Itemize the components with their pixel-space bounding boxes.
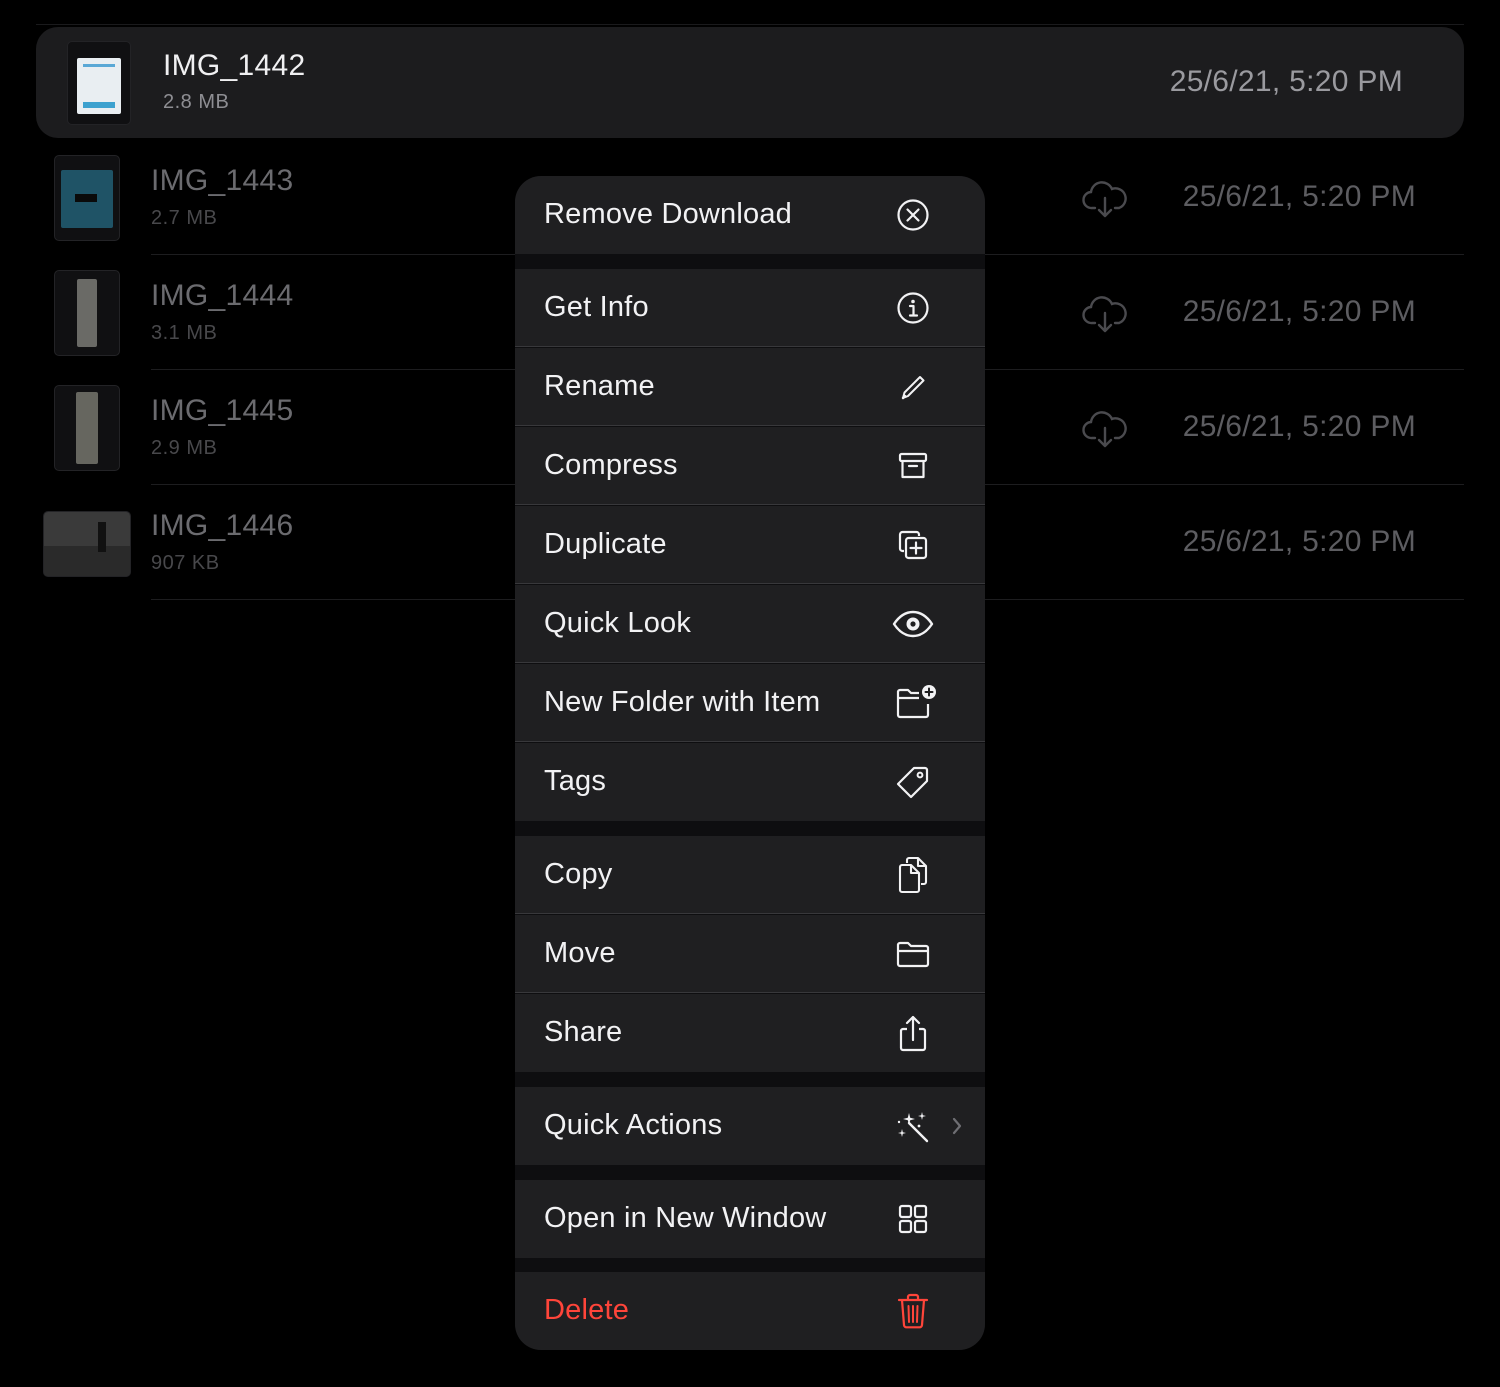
file-size: 907 KB [151,552,220,574]
plus-square-on-square-icon [895,527,931,563]
list-top-divider [36,24,1464,25]
doc-on-doc-icon [895,855,931,895]
menu-item-label: New Folder with Item [544,686,821,718]
file-size: 2.8 MB [163,91,230,113]
file-name: IMG_1445 [151,394,294,427]
file-size: 2.9 MB [151,437,218,459]
trash-icon [895,1291,931,1331]
menu-item-new-folder-with-item[interactable]: New Folder with Item [515,664,985,742]
xmark-circle-icon [895,197,931,233]
menu-item-move[interactable]: Move [515,915,985,993]
context-menu: Remove Download Get Info Rename Compress [515,176,985,1350]
pencil-icon [895,369,931,405]
square-and-arrow-up-icon [895,1013,931,1053]
menu-item-compress[interactable]: Compress [515,427,985,505]
menu-item-tags[interactable]: Tags [515,743,985,821]
menu-item-get-info[interactable]: Get Info [515,269,985,347]
file-date: 25/6/21, 5:20 PM [1182,525,1416,558]
menu-item-label: Duplicate [544,528,667,560]
file-size: 3.1 MB [151,322,218,344]
file-date: 25/6/21, 5:20 PM [1182,295,1416,328]
folder-icon [895,936,931,972]
menu-item-label: Rename [544,370,655,402]
folder-badge-plus-icon [895,682,939,722]
file-name: IMG_1443 [151,164,294,197]
menu-item-label: Move [544,937,616,969]
menu-item-quick-actions[interactable]: Quick Actions [515,1087,985,1165]
file-thumbnail [54,385,120,471]
cloud-download-icon[interactable] [1082,293,1128,335]
menu-item-quick-look[interactable]: Quick Look [515,585,985,663]
menu-item-share[interactable]: Share [515,994,985,1072]
menu-item-label: Open in New Window [544,1202,827,1234]
file-name: IMG_1444 [151,279,294,312]
archive-box-icon [895,448,931,484]
menu-item-label: Share [544,1016,623,1048]
info-circle-icon [895,290,931,326]
menu-item-label: Compress [544,449,678,481]
eye-icon [891,606,935,642]
menu-item-label: Copy [544,858,613,890]
menu-item-open-in-new-window[interactable]: Open in New Window [515,1180,985,1258]
file-thumbnail [54,270,120,356]
menu-item-rename[interactable]: Rename [515,348,985,426]
tag-icon [895,764,931,800]
menu-item-remove-download[interactable]: Remove Download [515,176,985,254]
file-name: IMG_1446 [151,509,294,542]
wand-and-stars-icon [895,1108,931,1144]
menu-item-label: Delete [544,1294,630,1326]
menu-item-label: Get Info [544,291,649,323]
menu-item-label: Tags [544,765,607,797]
chevron-right-icon [952,1117,962,1135]
file-thumbnail [43,511,131,577]
file-name: IMG_1442 [163,49,306,82]
file-row-img-1442[interactable]: IMG_1442 2.8 MB 25/6/21, 5:20 PM [36,27,1464,138]
file-size: 2.7 MB [151,207,218,229]
file-date: 25/6/21, 5:20 PM [1169,65,1403,98]
menu-item-copy[interactable]: Copy [515,836,985,914]
cloud-download-icon[interactable] [1082,178,1128,220]
cloud-download-icon[interactable] [1082,408,1128,450]
file-thumbnail [54,155,120,241]
files-browser: IMG_1442 2.8 MB 25/6/21, 5:20 PM IMG_144… [0,0,1500,1387]
menu-item-delete[interactable]: Delete [515,1272,985,1350]
menu-item-duplicate[interactable]: Duplicate [515,506,985,584]
file-date: 25/6/21, 5:20 PM [1182,180,1416,213]
menu-item-label: Quick Actions [544,1109,723,1141]
menu-item-label: Remove Download [544,198,793,230]
file-thumbnail [67,41,131,125]
menu-item-label: Quick Look [544,607,692,639]
file-date: 25/6/21, 5:20 PM [1182,410,1416,443]
square-grid-2x2-icon [895,1201,931,1237]
